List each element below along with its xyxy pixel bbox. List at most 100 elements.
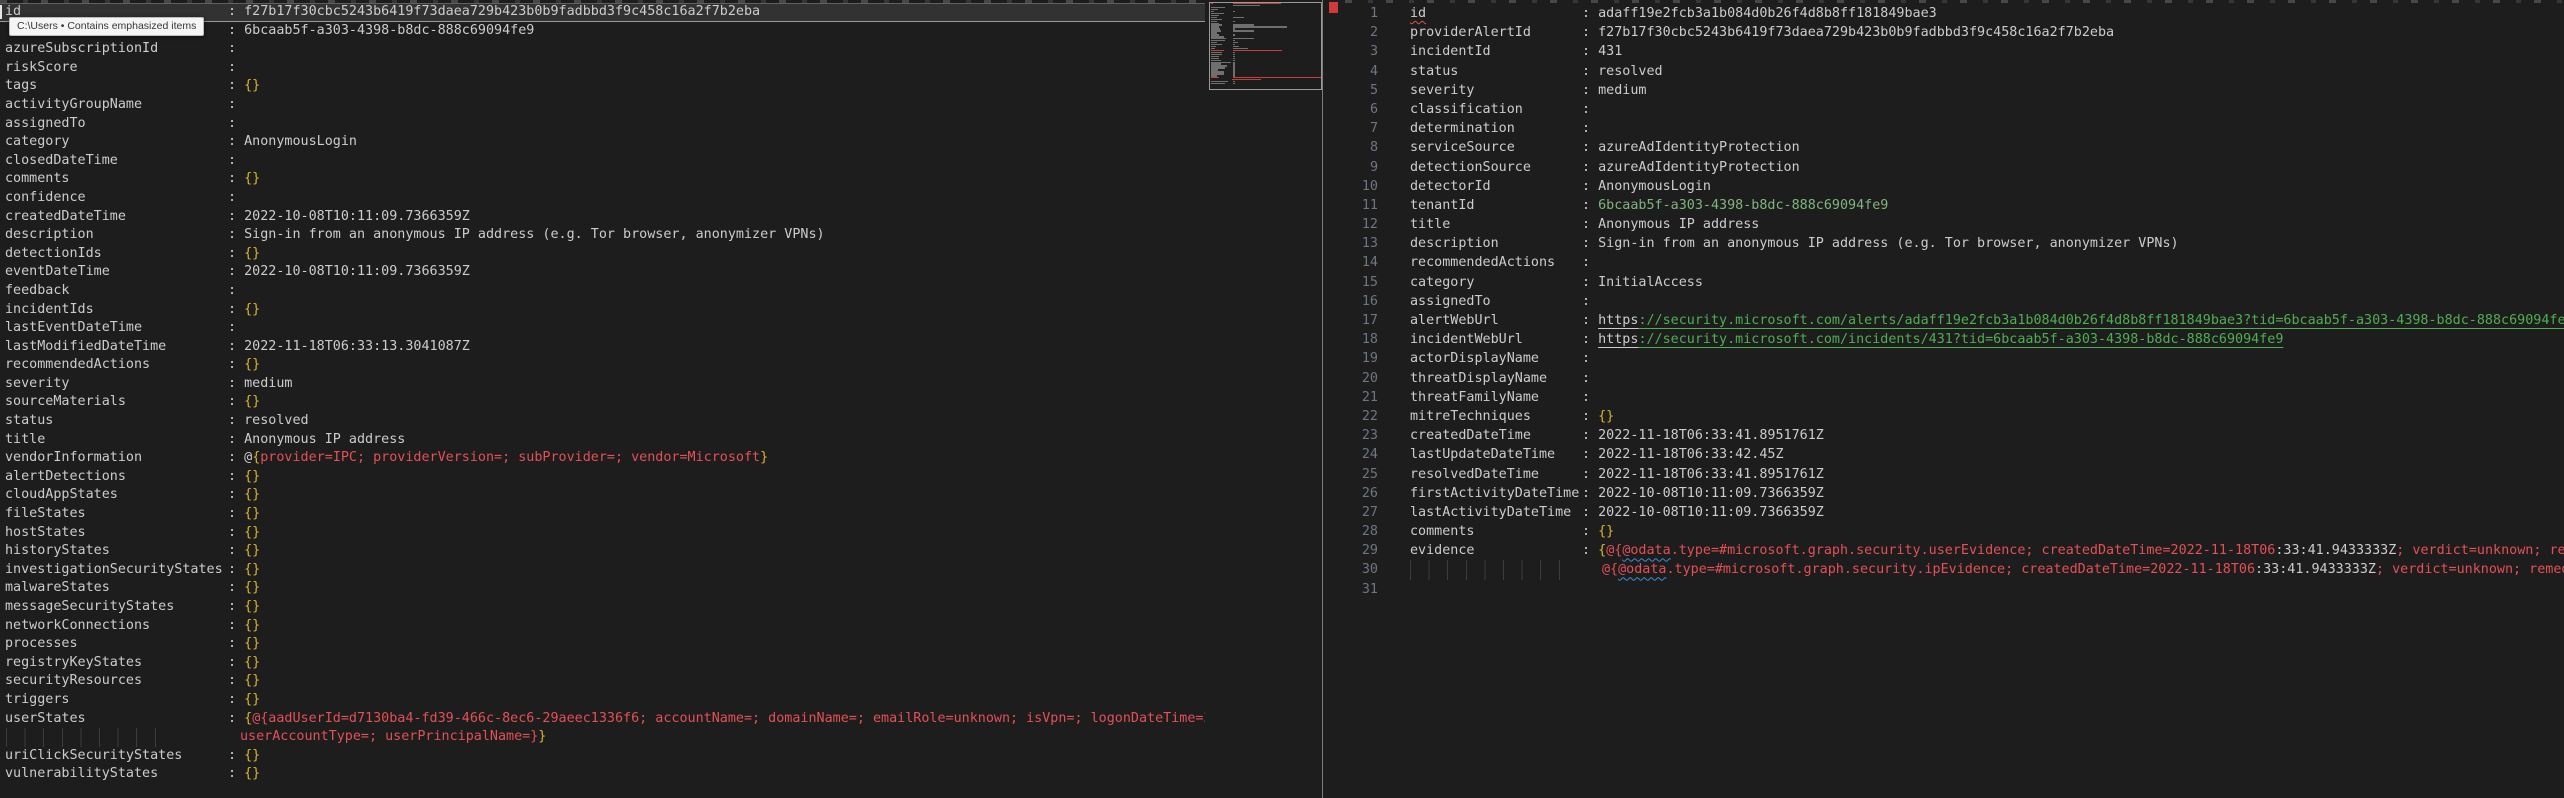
output-line[interactable]: userStates: {@{aadUserId=d7130ba4-fd39-4… <box>0 710 1205 729</box>
code-line[interactable]: 18incidentWebUrl: https://security.micro… <box>1345 330 2564 349</box>
output-line[interactable]: activityGroupName: <box>0 96 1205 115</box>
value-segment: { <box>244 711 252 726</box>
code-line[interactable]: 30@{@odata.type=#microsoft.graph.securit… <box>1345 560 2564 579</box>
value-segment[interactable]: ://security.microsoft.com/alerts/adaff19… <box>1638 313 2564 328</box>
colon: : <box>228 134 244 149</box>
code-line[interactable]: 6classification: <box>1345 100 2564 119</box>
output-line[interactable]: eventDateTime: 2022-10-08T10:11:09.73663… <box>0 263 1205 282</box>
property-name: actorDisplayName <box>1410 349 1582 368</box>
code-line[interactable]: 28comments: {} <box>1345 522 2564 541</box>
right-editor-pane[interactable]: 1id: adaff19e2fcb3a1b084d0b26f4d8b8ff181… <box>1345 0 2564 798</box>
output-line[interactable]: networkConnections: {} <box>0 617 1205 636</box>
code-line[interactable]: 9detectionSource: azureAdIdentityProtect… <box>1345 158 2564 177</box>
code-line[interactable]: 22mitreTechniques: {} <box>1345 407 2564 426</box>
code-line[interactable]: 31 <box>1345 580 2564 599</box>
value-segment: userAccountType=; userPrincipalName=} <box>240 729 538 744</box>
value-segment[interactable]: https <box>1598 313 1638 328</box>
code-line[interactable]: 29evidence: {@{@odata.type=#microsoft.gr… <box>1345 541 2564 560</box>
output-line[interactable]: severity: medium <box>0 375 1205 394</box>
code-line[interactable]: 20threatDisplayName: <box>1345 369 2564 388</box>
code-line[interactable]: 2providerAlertId: f27b17f30cbc5243b6419f… <box>1345 23 2564 42</box>
output-line[interactable]: sourceMaterials: {} <box>0 393 1205 412</box>
colon: : <box>228 580 244 595</box>
code-line[interactable]: 10detectorId: AnonymousLogin <box>1345 177 2564 196</box>
code-line[interactable]: 21threatFamilyName: <box>1345 388 2564 407</box>
code-line[interactable]: 14recommendedActions: <box>1345 253 2564 272</box>
code-line[interactable]: 15category: InitialAccess <box>1345 273 2564 292</box>
output-line[interactable]: azureSubscriptionId: <box>0 40 1205 59</box>
output-line[interactable]: alertDetections: {} <box>0 468 1205 487</box>
colon: : <box>1582 179 1598 194</box>
code-line[interactable]: 19actorDisplayName: <box>1345 349 2564 368</box>
property-name: severity <box>0 375 228 394</box>
output-line[interactable]: processes: {} <box>0 635 1205 654</box>
code-line[interactable]: 26firstActivityDateTime: 2022-10-08T10:1… <box>1345 484 2564 503</box>
output-line[interactable]: registryKeyStates: {} <box>0 654 1205 673</box>
left-editor-pane[interactable]: id: f27b17f30cbc5243b6419f73daea729b423b… <box>0 0 1205 798</box>
output-line[interactable]: recommendedActions: {} <box>0 356 1205 375</box>
colon: : <box>1582 44 1598 59</box>
value-segment[interactable]: https <box>1598 332 1638 347</box>
output-line[interactable]: hostStates: {} <box>0 524 1205 543</box>
line-number: 17 <box>1345 311 1378 330</box>
code-line[interactable]: 12title: Anonymous IP address <box>1345 215 2564 234</box>
value-segment: 2022-11-18T06:33:41.8951761Z <box>1598 428 1824 443</box>
output-line[interactable]: vendorInformation: @{provider=IPC; provi… <box>0 449 1205 468</box>
minimap-line-mark <box>1233 50 1282 51</box>
minimap-line-mark <box>1233 30 1254 31</box>
property-name: detectionIds <box>0 245 228 264</box>
code-line[interactable]: 5severity: medium <box>1345 81 2564 100</box>
output-line[interactable]: detectionIds: {} <box>0 245 1205 264</box>
code-line[interactable]: 27lastActivityDateTime: 2022-10-08T10:11… <box>1345 503 2564 522</box>
output-line[interactable]: vulnerabilityStates: {} <box>0 765 1205 784</box>
output-line[interactable]: comments: {} <box>0 170 1205 189</box>
code-line[interactable]: 3incidentId: 431 <box>1345 42 2564 61</box>
output-line[interactable]: riskScore: <box>0 59 1205 78</box>
code-line[interactable]: 16assignedTo: <box>1345 292 2564 311</box>
output-line[interactable]: triggers: {} <box>0 691 1205 710</box>
value-segment: {} <box>244 487 260 502</box>
value-segment: medium <box>244 376 292 391</box>
property-name: classification <box>1410 100 1582 119</box>
value-segment: } <box>538 729 546 744</box>
output-line[interactable]: messageSecurityStates: {} <box>0 598 1205 617</box>
code-line[interactable]: 8serviceSource: azureAdIdentityProtectio… <box>1345 138 2564 157</box>
output-line[interactable]: description: Sign-in from an anonymous I… <box>0 226 1205 245</box>
value-segment: {} <box>244 692 260 707</box>
value-segment: 2022-10-08T10:11:09.7366359Z <box>1598 486 1824 501</box>
output-line[interactable]: lastModifiedDateTime: 2022-11-18T06:33:1… <box>0 338 1205 357</box>
output-line[interactable]: investigationSecurityStates: {} <box>0 561 1205 580</box>
colon: : <box>1582 25 1598 40</box>
output-line[interactable]: uriClickSecurityStates: {} <box>0 747 1205 766</box>
code-line[interactable]: 23createdDateTime: 2022-11-18T06:33:41.8… <box>1345 426 2564 445</box>
code-line[interactable]: 11tenantId: 6bcaab5f-a303-4398-b8dc-888c… <box>1345 196 2564 215</box>
output-line[interactable]: incidentIds: {} <box>0 301 1205 320</box>
output-line[interactable]: category: AnonymousLogin <box>0 133 1205 152</box>
output-line[interactable]: status: resolved <box>0 412 1205 431</box>
output-line[interactable]: assignedTo: <box>0 115 1205 134</box>
output-line[interactable]: fileStates: {} <box>0 505 1205 524</box>
output-line[interactable]: historyStates: {} <box>0 542 1205 561</box>
minimap[interactable] <box>1209 0 1322 798</box>
output-line[interactable]: feedback: <box>0 282 1205 301</box>
code-line[interactable]: 24lastUpdateDateTime: 2022-11-18T06:33:4… <box>1345 445 2564 464</box>
property-name: networkConnections <box>0 617 228 636</box>
code-line[interactable]: 13description: Sign-in from an anonymous… <box>1345 234 2564 253</box>
output-line[interactable]: closedDateTime: <box>0 152 1205 171</box>
output-line[interactable]: lastEventDateTime: <box>0 319 1205 338</box>
code-line[interactable]: 1id: adaff19e2fcb3a1b084d0b26f4d8b8ff181… <box>1345 4 2564 23</box>
code-line[interactable]: 4status: resolved <box>1345 62 2564 81</box>
output-line[interactable]: tags: {} <box>0 77 1205 96</box>
property-name: threatDisplayName <box>1410 369 1582 388</box>
output-line[interactable]: confidence: <box>0 189 1205 208</box>
value-segment[interactable]: ://security.microsoft.com/incidents/431?… <box>1638 332 2283 347</box>
output-line[interactable]: malwareStates: {} <box>0 579 1205 598</box>
output-line[interactable]: cloudAppStates: {} <box>0 486 1205 505</box>
output-line[interactable]: createdDateTime: 2022-10-08T10:11:09.736… <box>0 208 1205 227</box>
output-wrap-line[interactable]: userAccountType=; userPrincipalName=}} <box>0 728 1205 747</box>
code-line[interactable]: 17alertWebUrl: https://security.microsof… <box>1345 311 2564 330</box>
code-line[interactable]: 7determination: <box>1345 119 2564 138</box>
output-line[interactable]: securityResources: {} <box>0 672 1205 691</box>
output-line[interactable]: title: Anonymous IP address <box>0 431 1205 450</box>
code-line[interactable]: 25resolvedDateTime: 2022-11-18T06:33:41.… <box>1345 465 2564 484</box>
